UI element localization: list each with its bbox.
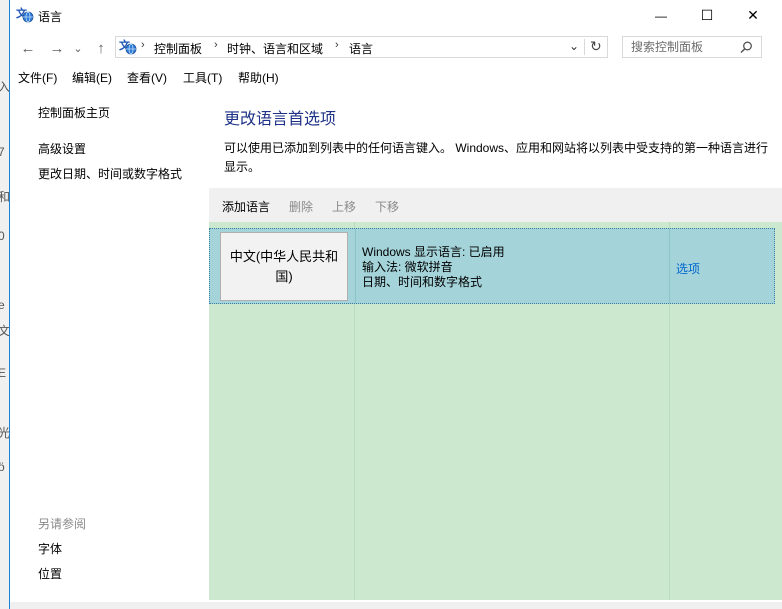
remove-button[interactable]: 删除 [289, 198, 313, 215]
back-button[interactable]: ← [19, 39, 37, 57]
address-dropdown-icon[interactable]: ⌄ [569, 39, 579, 53]
breadcrumb-language[interactable]: 语言 [349, 40, 373, 57]
display-language-status: Windows 显示语言: 已启用 [362, 245, 505, 259]
language-row-selected[interactable]: 中文(中华人民共和国) Windows 显示语言: 已启用 输入法: 微软拼音 … [209, 228, 775, 304]
background-glyph: 7 [0, 145, 5, 159]
recent-locations-button[interactable]: ⌄ [72, 39, 84, 57]
background-glyph: E [0, 366, 7, 380]
title-bar[interactable]: 文 语言 — ☐ ✕ [10, 0, 782, 31]
format-status: 日期、时间和数字格式 [362, 275, 483, 289]
language-options-link[interactable]: 选项 [676, 260, 700, 277]
search-input[interactable] [631, 40, 741, 54]
background-glyph: 入 [0, 80, 9, 94]
refresh-icon[interactable]: ↻ [590, 38, 602, 55]
background-glyph: 光 [0, 426, 9, 440]
fonts-link[interactable]: 字体 [38, 540, 62, 557]
move-up-button[interactable]: 上移 [332, 198, 356, 215]
forward-arrow-icon: → [49, 39, 65, 57]
background-window-strip: 入 7 和 0 e 文 E 光 ö [0, 0, 9, 609]
language-app-icon: 文 [16, 7, 34, 23]
see-also-heading: 另请参阅 [38, 517, 87, 531]
menu-view[interactable]: 查看(V) [127, 69, 167, 86]
page-description: 可以使用已添加到列表中的任何语言键入。 Windows、应用和网站将以列表中受支… [224, 141, 769, 174]
menu-edit[interactable]: 编辑(E) [72, 69, 112, 86]
language-location-icon: 文 [119, 39, 137, 55]
control-panel-home-link[interactable]: 控制面板主页 [38, 104, 110, 121]
back-arrow-icon: ← [20, 39, 36, 57]
language-toolbar: 添加语言 删除 上移 下移 [209, 188, 782, 222]
language-window: 文 语言 — ☐ ✕ ← → ⌄ ↑ 文 › 控制面板 › 时钟、语言和区域 ›… [9, 0, 782, 609]
forward-button[interactable]: → [48, 39, 66, 57]
close-button[interactable]: ✕ [730, 0, 776, 31]
maximize-icon: ☐ [700, 7, 714, 23]
chevron-down-icon: ⌄ [73, 42, 83, 55]
background-glyph: 和 [0, 190, 9, 204]
breadcrumb-separator-icon: › [141, 39, 145, 51]
close-icon: ✕ [747, 7, 759, 23]
move-down-button[interactable]: 下移 [375, 198, 399, 215]
search-box[interactable] [622, 36, 762, 58]
input-method-status: 输入法: 微软拼音 [362, 260, 453, 274]
search-icon[interactable] [740, 41, 753, 54]
add-language-button[interactable]: 添加语言 [222, 198, 270, 215]
breadcrumb-separator-icon: › [335, 39, 339, 51]
address-divider [584, 39, 585, 55]
navigation-bar: ← → ⌄ ↑ 文 › 控制面板 › 时钟、语言和区域 › 语言 ⌄ ↻ [10, 31, 782, 63]
address-bar[interactable]: 文 › 控制面板 › 时钟、语言和区域 › 语言 ⌄ ↻ [115, 36, 608, 58]
page-title: 更改语言首选项 [224, 111, 337, 128]
column-divider [669, 229, 670, 303]
background-glyph: e [0, 298, 5, 312]
up-arrow-icon: ↑ [97, 39, 105, 57]
main-content: 更改语言首选项 可以使用已添加到列表中的任何语言键入。 Windows、应用和网… [209, 88, 782, 609]
breadcrumb-control-panel[interactable]: 控制面板 [154, 40, 202, 57]
menu-file[interactable]: 文件(F) [18, 69, 57, 86]
window-bottom-edge [10, 602, 782, 609]
language-list: 中文(中华人民共和国) Windows 显示语言: 已启用 输入法: 微软拼音 … [209, 222, 782, 600]
up-button[interactable]: ↑ [92, 39, 110, 57]
breadcrumb-clock-language-region[interactable]: 时钟、语言和区域 [227, 40, 323, 57]
minimize-button[interactable]: — [638, 0, 684, 31]
left-navigation-pane: 控制面板主页 高级设置 更改日期、时间或数字格式 另请参阅 字体 位置 [10, 88, 209, 609]
window-title: 语言 [38, 10, 63, 24]
language-name-button[interactable]: 中文(中华人民共和国) [220, 232, 348, 301]
maximize-button[interactable]: ☐ [684, 0, 730, 31]
column-divider [355, 229, 356, 303]
menu-help[interactable]: 帮助(H) [238, 69, 279, 86]
change-datetime-format-link[interactable]: 更改日期、时间或数字格式 [38, 165, 182, 182]
language-name: 中文(中华人民共和国) [229, 248, 339, 284]
minimize-icon: — [655, 8, 667, 23]
breadcrumb-separator-icon: › [214, 39, 218, 51]
advanced-settings-link[interactable]: 高级设置 [38, 140, 86, 157]
location-link[interactable]: 位置 [38, 565, 62, 582]
menu-bar: 文件(F) 编辑(E) 查看(V) 工具(T) 帮助(H) [10, 63, 782, 88]
background-glyph: 文 [0, 324, 9, 338]
menu-tools[interactable]: 工具(T) [183, 69, 222, 86]
background-glyph: 0 [0, 229, 5, 243]
background-glyph: ö [0, 460, 5, 474]
